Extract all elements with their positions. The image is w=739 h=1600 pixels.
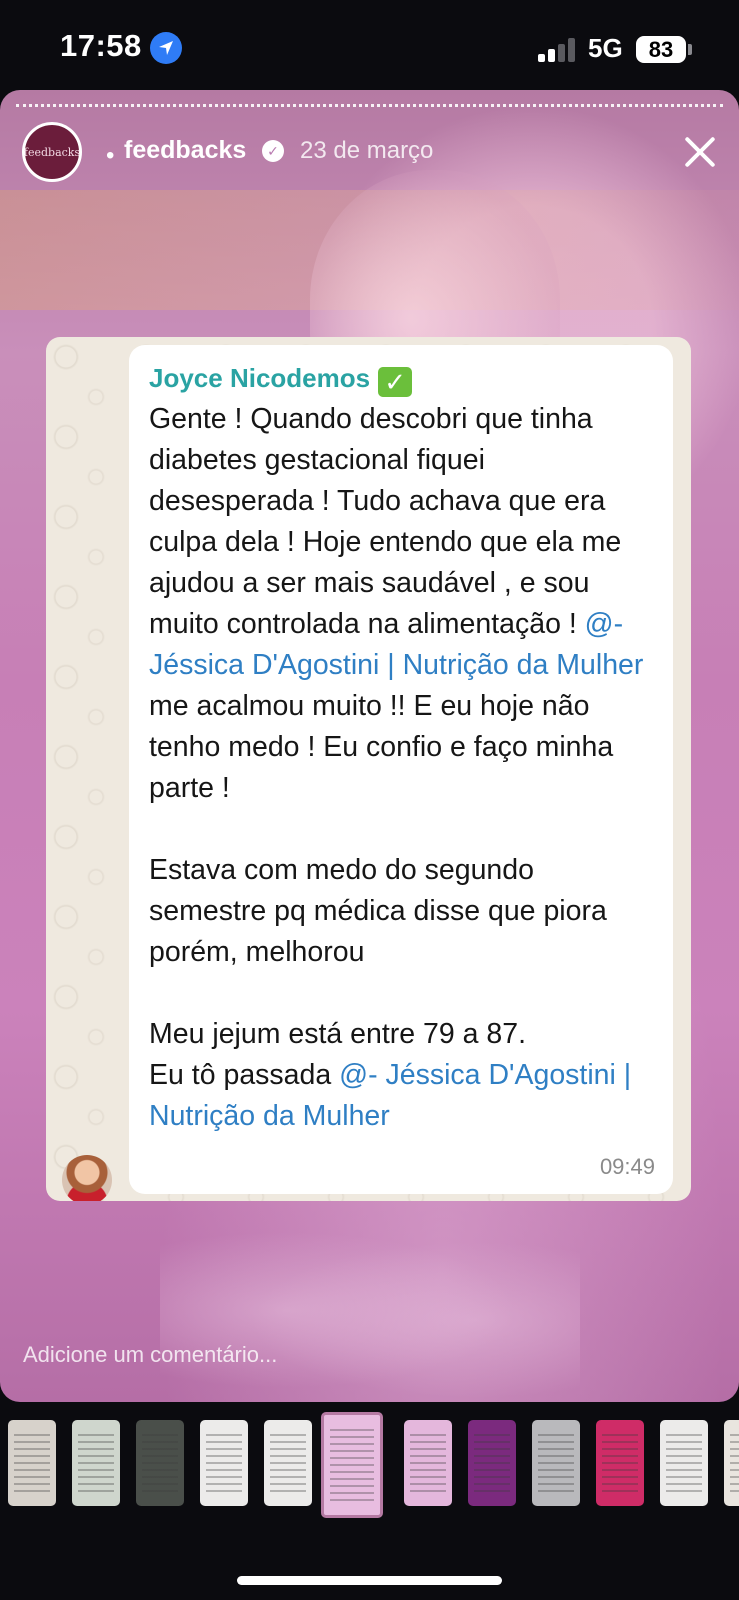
battery-icon: 83: [636, 36, 686, 63]
status-bar: 17:58 5G 83: [0, 0, 739, 92]
thumbnail-content: [142, 1434, 178, 1492]
story-thumbnail[interactable]: [264, 1420, 312, 1506]
account-username[interactable]: feedbacks: [124, 136, 246, 165]
thumbnail-content: [14, 1434, 50, 1492]
sender-name: Joyce Nicodemos: [149, 363, 371, 393]
story-thumbnail-strip[interactable]: [0, 1410, 739, 1520]
story-thumbnail[interactable]: [321, 1412, 383, 1518]
battery-tip: [688, 44, 692, 55]
story-thumbnail[interactable]: [532, 1420, 580, 1506]
sender-row: Joyce Nicodemos ✓: [149, 363, 653, 397]
thumbnail-content: [474, 1434, 510, 1492]
location-arrow-icon: [150, 32, 182, 64]
thumbnail-content: [666, 1434, 702, 1492]
message-part-2: me acalmou muito !! E eu hoje não tenho …: [149, 690, 614, 1091]
mention-2-prefix: @: [339, 1059, 369, 1091]
header-separator: •: [106, 142, 115, 169]
message-part-1: Gente ! Quando descobri que tinha diabet…: [149, 403, 630, 640]
story-thumbnail[interactable]: [404, 1420, 452, 1506]
story-thumbnail[interactable]: [596, 1420, 644, 1506]
thumbnail-content: [270, 1434, 306, 1492]
story-thumbnail[interactable]: [8, 1420, 56, 1506]
status-time: 17:58: [60, 28, 142, 63]
check-mark-emoji-icon: ✓: [378, 367, 413, 397]
thumbnail-content: [330, 1429, 374, 1501]
thumbnail-content: [410, 1434, 446, 1492]
comment-input[interactable]: Adicione um comentário...: [23, 1342, 277, 1368]
close-icon[interactable]: [680, 132, 720, 172]
chat-screenshot: Joyce Nicodemos ✓ Gente ! Quando descobri…: [46, 337, 691, 1201]
message-text: Gente ! Quando descobri que tinha diabet…: [149, 399, 653, 1137]
message-bubble: Joyce Nicodemos ✓ Gente ! Quando descobri…: [129, 345, 673, 1194]
story-background-legs: [160, 1210, 580, 1402]
verified-check-icon: ✓: [262, 140, 284, 162]
story-viewer[interactable]: feedbacks • feedbacks ✓ 23 de março Joyc…: [0, 90, 739, 1402]
message-time: 09:49: [599, 1154, 655, 1179]
story-thumbnail[interactable]: [660, 1420, 708, 1506]
avatar-logo-text: feedbacks: [23, 145, 81, 159]
thumbnail-content: [538, 1434, 574, 1492]
account-avatar[interactable]: feedbacks: [22, 122, 82, 182]
story-thumbnail[interactable]: [468, 1420, 516, 1506]
story-thumbnail[interactable]: [136, 1420, 184, 1506]
thumbnail-content: [730, 1434, 739, 1492]
story-progress-bar: [16, 104, 723, 108]
sender-avatar: [62, 1155, 112, 1201]
thumbnail-content: [206, 1434, 242, 1492]
thumbnail-content: [602, 1434, 638, 1492]
mention-1-prefix: @: [584, 608, 614, 640]
story-thumbnail[interactable]: [72, 1420, 120, 1506]
thumbnail-content: [78, 1434, 114, 1492]
story-thumbnail[interactable]: [200, 1420, 248, 1506]
network-type: 5G: [588, 33, 623, 63]
cellular-signal-icon: [538, 38, 578, 62]
story-thumbnail[interactable]: [724, 1420, 739, 1506]
story-date: 23 de março: [300, 137, 434, 164]
home-indicator: [237, 1576, 502, 1585]
